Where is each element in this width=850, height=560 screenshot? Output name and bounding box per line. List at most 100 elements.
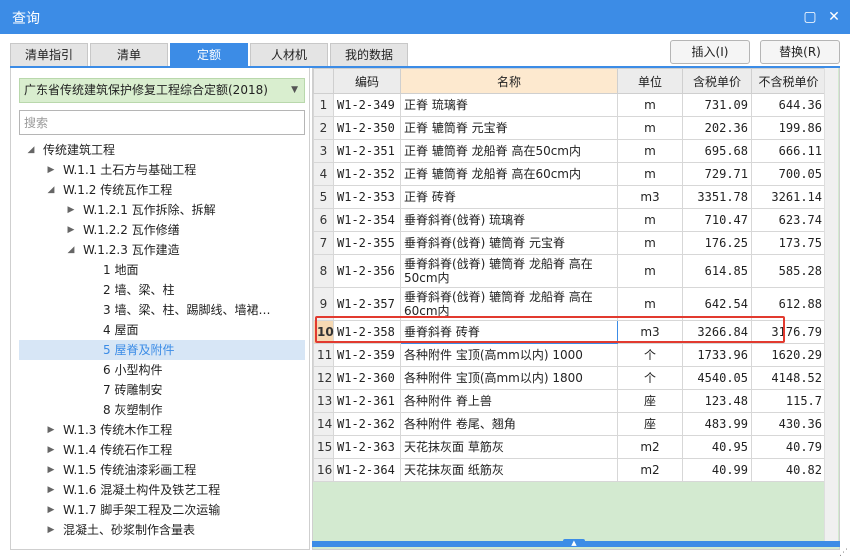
cell-unit[interactable]: m — [617, 287, 683, 321]
col-header-price-notax[interactable]: 不含税单价 — [751, 68, 826, 94]
cell-price-tax[interactable]: 695.68 — [682, 139, 752, 163]
cell-name[interactable]: 垂脊斜脊(戗脊) 辘筒脊 龙船脊 高在50cm内 — [400, 254, 618, 288]
cell-code[interactable]: W1-2-351 — [333, 139, 401, 163]
cell-name[interactable]: 垂脊斜脊(戗脊) 辘筒脊 龙船脊 高在60cm内 — [400, 287, 618, 321]
tree-item[interactable]: 6 小型构件 — [11, 360, 307, 380]
collapse-arrow-icon[interactable]: ◢ — [65, 240, 77, 260]
tree-item[interactable]: 8 灰塑制作 — [11, 400, 307, 420]
table-row[interactable]: 14 W1-2-362 各种附件 卷尾、翘角座 483.99 430.36 — [313, 412, 826, 436]
close-icon[interactable]: ✕ — [824, 7, 844, 27]
table-row[interactable]: 4 W1-2-352 正脊 辘筒脊 龙船脊 高在60cm内 m 729.71 700.05 — [313, 162, 826, 186]
tree-item[interactable]: ▶ W.1.6 混凝土构件及铁艺工程 — [11, 480, 307, 500]
tree-item[interactable]: ◢ W.1.2.3 瓦作建造 — [11, 240, 307, 260]
cell-price-notax[interactable]: 40.82 — [751, 458, 826, 482]
cell-unit[interactable]: 个 — [617, 366, 683, 390]
row-number[interactable]: 4 — [313, 162, 334, 186]
tree-item[interactable]: ▶ W.1.7 脚手架工程及二次运输 — [11, 500, 307, 520]
cell-price-tax[interactable]: 3266.84 — [682, 320, 752, 344]
cell-code[interactable]: W1-2-364 — [333, 458, 401, 482]
tree-item[interactable]: ▶ W.1.2.2 瓦作修缮 — [11, 220, 307, 240]
row-number[interactable]: 10 — [313, 320, 334, 344]
cell-unit[interactable]: m — [617, 116, 683, 140]
cell-unit[interactable]: m2 — [617, 458, 683, 482]
cell-code[interactable]: W1-2-360 — [333, 366, 401, 390]
cell-price-notax[interactable]: 666.11 — [751, 139, 826, 163]
cell-price-tax[interactable]: 123.48 — [682, 389, 752, 413]
row-number[interactable]: 3 — [313, 139, 334, 163]
cell-price-notax[interactable]: 199.86 — [751, 116, 826, 140]
tree-item[interactable]: ◢ W.1.2 传统瓦作工程 — [11, 180, 307, 200]
expand-arrow-icon[interactable]: ▶ — [45, 480, 57, 500]
resize-grip-icon[interactable]: ⋰ — [839, 548, 848, 558]
replace-button[interactable]: 替换(R) — [760, 40, 840, 64]
tree-item[interactable]: 7 砖雕制安 — [11, 380, 307, 400]
cell-price-tax[interactable]: 40.95 — [682, 435, 752, 459]
table-row[interactable]: 16 W1-2-364 天花抹灰面 纸筋灰 m2 40.99 40.82 — [313, 458, 826, 482]
cell-code[interactable]: W1-2-362 — [333, 412, 401, 436]
cell-price-notax[interactable]: 3176.79 — [751, 320, 826, 344]
tree-item[interactable]: 4 屋面 — [11, 320, 307, 340]
row-number[interactable]: 12 — [313, 366, 334, 390]
tree-item[interactable]: ▶ W.1.2.1 瓦作拆除、拆解 — [11, 200, 307, 220]
row-number[interactable]: 7 — [313, 231, 334, 255]
table-row[interactable]: 13 W1-2-361 各种附件 脊上兽座 123.48 115.7 — [313, 389, 826, 413]
col-header-unit[interactable]: 单位 — [617, 68, 683, 94]
cell-price-notax[interactable]: 3261.14 — [751, 185, 826, 209]
cell-code[interactable]: W1-2-357 — [333, 287, 401, 321]
cell-code[interactable]: W1-2-355 — [333, 231, 401, 255]
tab-my-data[interactable]: 我的数据 — [330, 43, 408, 67]
expand-arrow-icon[interactable]: ▶ — [45, 440, 57, 460]
row-number[interactable]: 13 — [313, 389, 334, 413]
cell-code[interactable]: W1-2-358 — [333, 320, 401, 344]
insert-button[interactable]: 插入(I) — [670, 40, 750, 64]
cell-name[interactable]: 垂脊斜脊(戗脊) 琉璃脊 — [400, 208, 618, 232]
cell-price-notax[interactable]: 700.05 — [751, 162, 826, 186]
cell-name[interactable]: 正脊 砖脊 — [400, 185, 618, 209]
table-row[interactable]: 1 W1-2-349 正脊 琉璃脊 m 731.09 644.36 — [313, 93, 826, 117]
cell-code[interactable]: W1-2-359 — [333, 343, 401, 367]
cell-unit[interactable]: m — [617, 208, 683, 232]
expand-arrow-icon[interactable]: ▶ — [45, 160, 57, 180]
collapse-arrow-icon[interactable]: ◢ — [25, 140, 37, 160]
cell-code[interactable]: W1-2-356 — [333, 254, 401, 288]
cell-price-tax[interactable]: 4540.05 — [682, 366, 752, 390]
cell-unit[interactable]: m3 — [617, 320, 683, 344]
expand-arrow-icon[interactable]: ▶ — [65, 200, 77, 220]
row-number[interactable]: 16 — [313, 458, 334, 482]
expand-arrow-icon[interactable]: ▶ — [45, 460, 57, 480]
quota-library-select[interactable]: 广东省传统建筑保护修复工程综合定额(2018) ▼ — [19, 78, 305, 103]
table-row[interactable]: 9 W1-2-357 垂脊斜脊(戗脊) 辘筒脊 龙船脊 高在60cm内 m 642.54… — [313, 287, 826, 321]
row-number[interactable]: 9 — [313, 287, 334, 321]
collapse-arrow-icon[interactable]: ◢ — [45, 180, 57, 200]
search-input[interactable] — [19, 110, 305, 135]
cell-name[interactable]: 正脊 琉璃脊 — [400, 93, 618, 117]
cell-price-notax[interactable]: 430.36 — [751, 412, 826, 436]
cell-name[interactable]: 正脊 辘筒脊 龙船脊 高在50cm内 — [400, 139, 618, 163]
row-number[interactable]: 2 — [313, 116, 334, 140]
cell-name[interactable]: 天花抹灰面 草筋灰 — [400, 435, 618, 459]
cell-price-notax[interactable]: 4148.52 — [751, 366, 826, 390]
cell-unit[interactable]: m — [617, 162, 683, 186]
cell-unit[interactable]: 座 — [617, 389, 683, 413]
tree-item[interactable]: ◢ 传统建筑工程 — [11, 140, 307, 160]
cell-name[interactable]: 各种附件 卷尾、翘角 — [400, 412, 618, 436]
cell-price-tax[interactable]: 483.99 — [682, 412, 752, 436]
row-number[interactable]: 6 — [313, 208, 334, 232]
cell-code[interactable]: W1-2-354 — [333, 208, 401, 232]
tree-item[interactable]: 5 屋脊及附件 — [19, 340, 305, 360]
cell-price-notax[interactable]: 40.79 — [751, 435, 826, 459]
table-row[interactable]: 5 W1-2-353 正脊 砖脊 m3 3351.78 3261.14 — [313, 185, 826, 209]
cell-price-tax[interactable]: 202.36 — [682, 116, 752, 140]
cell-price-notax[interactable]: 585.28 — [751, 254, 826, 288]
cell-code[interactable]: W1-2-353 — [333, 185, 401, 209]
row-number[interactable]: 11 — [313, 343, 334, 367]
cell-unit[interactable]: 个 — [617, 343, 683, 367]
restore-icon[interactable]: ▢ — [800, 7, 820, 27]
cell-name[interactable]: 正脊 辘筒脊 龙船脊 高在60cm内 — [400, 162, 618, 186]
cell-price-notax[interactable]: 173.75 — [751, 231, 826, 255]
cell-name[interactable]: 垂脊斜脊 砖脊 — [400, 320, 618, 344]
col-header-name[interactable]: 名称 — [400, 68, 618, 94]
cell-price-tax[interactable]: 3351.78 — [682, 185, 752, 209]
tree-item[interactable]: 1 地面 — [11, 260, 307, 280]
col-header-index[interactable] — [313, 68, 334, 94]
